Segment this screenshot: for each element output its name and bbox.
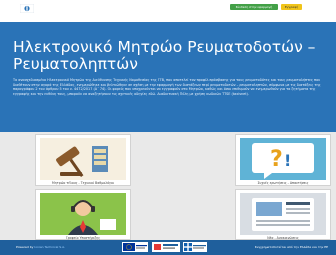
powered-prefix: Powered by <box>16 245 34 249</box>
news-icon <box>240 193 326 235</box>
espa-logo-icon <box>152 242 180 252</box>
faq-icon: ? ! <box>240 138 326 180</box>
cofunding-text: Συγχρηματοδοτείται από την Ελλάδα και τη… <box>254 245 328 249</box>
gavel-icon <box>40 138 126 180</box>
intro-text: Το ανασχεδιασμένο Ηλεκτρονικό Μητρώο της… <box>13 78 321 96</box>
tile-support[interactable]: Γραφείο Υποστήριξης <box>35 189 131 240</box>
ministry-emblem-icon[interactable] <box>20 4 34 13</box>
svg-text:?: ? <box>270 147 283 172</box>
page-title: Ηλεκτρονικό Μητρώο Ρευματοδοτών – Ρευματ… <box>13 38 316 73</box>
tile-news[interactable]: Νέα - Ανακοινώσεις <box>235 189 331 240</box>
register-button[interactable]: Εγγραφή <box>281 4 302 10</box>
greek-flag-icon <box>183 242 207 252</box>
tile-label: Συχνές ερωτήσεις - Απαντήσεις <box>257 181 309 185</box>
svg-text:!: ! <box>284 151 291 170</box>
powered-by: Powered by Ionian Technical S.A. <box>16 245 65 249</box>
powered-link[interactable]: Ionian Technical S.A. <box>34 245 65 249</box>
site-footer: Powered by Ionian Technical S.A. Συγχρημ… <box>0 240 336 255</box>
login-button[interactable]: Σύνδεση στην εφαρμογή <box>230 4 278 10</box>
support-agent-icon <box>40 193 126 235</box>
site-header: Σύνδεση στην εφαρμογή Εγγραφή <box>0 0 336 22</box>
tile-faq[interactable]: ? ! Συχνές ερωτήσεις - Απαντήσεις <box>235 134 331 186</box>
eu-flag-icon <box>122 242 148 252</box>
tile-registry[interactable]: Μητρώο τέλους - Τεχνικοί Βαθμολόγοι <box>35 134 131 186</box>
tile-label: Μητρώο τέλους - Τεχνικοί Βαθμολόγοι <box>52 181 114 185</box>
